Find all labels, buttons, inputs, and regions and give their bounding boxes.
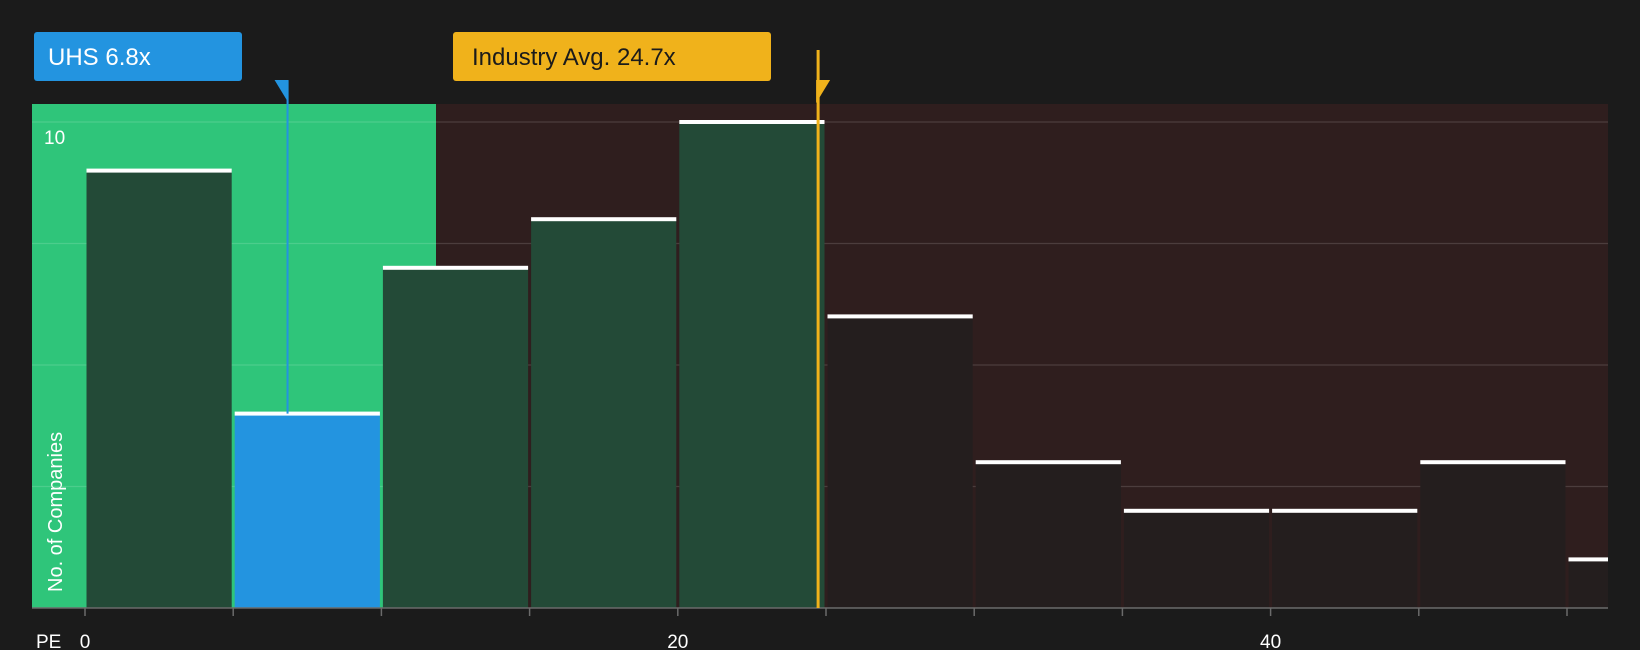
histogram-bar	[382, 267, 529, 608]
histogram-bar	[234, 413, 380, 608]
x-axis-label: PE	[36, 632, 61, 650]
histogram-bar	[975, 462, 1121, 608]
bar-cap	[1420, 460, 1566, 465]
histogram-bar	[827, 316, 973, 608]
histogram-bar	[86, 170, 232, 608]
bar-cap	[86, 168, 232, 173]
pe-distribution-chart: 10 020406080100+ UHS 6.8xIndustry Avg. 2…	[32, 32, 1608, 650]
x-axis: 020406080100+	[32, 607, 1608, 650]
histogram-bar	[531, 219, 677, 608]
bar-cap	[234, 411, 380, 416]
x-tick-label: 40	[1260, 632, 1281, 650]
bar-cap	[531, 217, 677, 222]
histogram-bar	[1272, 510, 1418, 608]
histogram-bar	[1568, 559, 1608, 608]
x-tick-label: 0	[80, 632, 91, 650]
company-callout-pointer	[274, 80, 289, 103]
histogram-bar	[1420, 462, 1566, 608]
company-callout-label: UHS 6.8x	[48, 44, 151, 71]
bar-cap	[827, 314, 973, 319]
histogram-bar	[1123, 510, 1270, 608]
bar-cap	[975, 460, 1121, 465]
y-tick-label: 10	[44, 128, 65, 149]
bar-cap	[382, 265, 529, 270]
bar-cap	[679, 120, 825, 124]
histogram-bar	[679, 122, 825, 608]
industry-callout-label: Industry Avg. 24.7x	[472, 44, 676, 71]
y-axis-label: No. of Companies	[45, 432, 67, 592]
bar-cap	[1272, 508, 1418, 513]
x-tick-label: 20	[667, 632, 688, 650]
bar-cap	[1123, 508, 1270, 513]
bar-cap	[1568, 557, 1608, 562]
